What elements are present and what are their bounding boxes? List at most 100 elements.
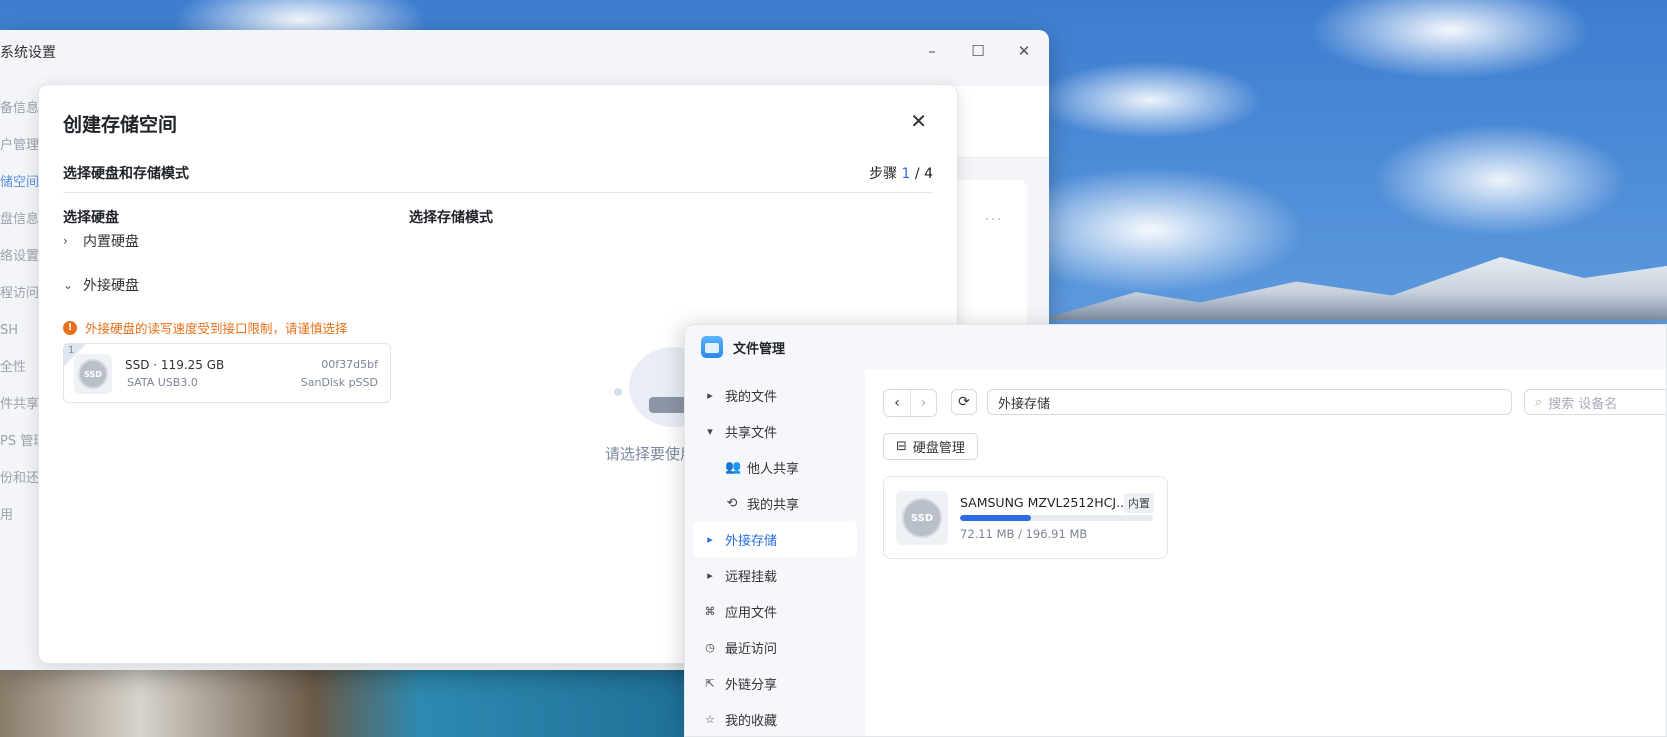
settings-nav-item[interactable]: PS 管理	[0, 423, 40, 460]
external-disk-card[interactable]: 1 SSD SSD · 119.25 GB SATA USB3.0 00f37d…	[63, 343, 391, 403]
sidebar-item[interactable]: ◷ 最近访问	[693, 629, 857, 665]
hard-drive-icon: ⊟	[896, 439, 907, 454]
sidebar-item-icon: ▾	[707, 424, 713, 438]
settings-nav-item[interactable]: 用	[0, 497, 40, 534]
sidebar-item[interactable]: ▸ 我的文件	[693, 377, 857, 413]
file-manager-title: 文件管理	[733, 341, 786, 357]
external-disk-label: 外接硬盘	[83, 278, 139, 294]
sidebar-item[interactable]: ⌘ 应用文件	[693, 593, 857, 629]
sidebar-item-label: 应用文件	[725, 605, 778, 621]
sidebar-item-icon: 👥	[725, 459, 742, 475]
internal-disk-label: 内置硬盘	[83, 234, 139, 250]
step-label: 步骤	[869, 166, 898, 182]
warning-text: 外接硬盘的读写速度受到接口限制，请谨慎选择	[85, 321, 348, 336]
wallpaper-lake	[0, 670, 700, 737]
external-disk-warning: ! 外接硬盘的读写速度受到接口限制，请谨慎选择	[63, 318, 348, 337]
sidebar-item[interactable]: ▸ 远程挂载	[693, 557, 857, 593]
sidebar-item-icon: ◷	[705, 640, 715, 654]
select-mode-heading: 选择存储模式	[409, 210, 493, 226]
step-indicator: 步骤 1 / 4	[869, 163, 933, 183]
sidebar-item-icon: ▸	[707, 532, 713, 546]
window-controls: – ☐ ✕	[921, 40, 1035, 62]
disk-serial: 00f37d5bf	[321, 358, 378, 371]
settings-titlebar[interactable]: 系统设置	[0, 30, 1049, 74]
device-tag: 内置	[1124, 493, 1154, 513]
sidebar-item[interactable]: ☆ 我的收藏	[693, 701, 857, 736]
sidebar-item-label: 外接存储	[725, 533, 778, 549]
search-placeholder: 搜索 设备名	[1548, 396, 1618, 412]
disk-model: SanDisk pSSD	[300, 376, 378, 389]
dialog-subtitle: 选择硬盘和存储模式	[63, 166, 189, 182]
internal-disk-group[interactable]: › 内置硬盘	[63, 231, 139, 251]
sidebar-item[interactable]: ⇱ 外链分享	[693, 665, 857, 701]
empty-state-dot	[614, 388, 622, 396]
disk-management-button[interactable]: ⊟ 硬盘管理	[883, 433, 978, 460]
disk-name: SSD · 119.25 GB	[125, 358, 225, 372]
sidebar-item[interactable]: ⟲ 我的共享	[693, 485, 857, 521]
forward-button[interactable]: ›	[910, 390, 936, 416]
sidebar-item-label: 共享文件	[725, 425, 778, 441]
disk-index: 1	[68, 345, 75, 356]
step-total: / 4	[914, 166, 933, 182]
empty-state-text: 请选择要使用	[605, 445, 696, 463]
refresh-button[interactable]: ⟳	[951, 389, 977, 415]
settings-nav-item[interactable]: 全性	[0, 349, 40, 386]
ssd-icon-label: SSD	[78, 359, 108, 389]
settings-nav-item[interactable]: 件共享	[0, 386, 40, 423]
settings-title: 系统设置	[0, 45, 56, 61]
settings-sidebar: 备信息 户管理 储空间 盘信息 络设置 程访问 SH 全性 件共享 PS 管理 份和还用	[0, 90, 40, 534]
storage-device-card[interactable]: SSD SAMSUNG MZVL2512HCJ... 内置 72.11 MB /…	[883, 476, 1168, 559]
sidebar-item[interactable]: 👥 他人共享	[693, 449, 857, 485]
sidebar-item-label: 他人共享	[747, 461, 800, 477]
select-disk-heading: 选择硬盘	[63, 210, 119, 226]
sidebar-item[interactable]: ▸ 外接存储	[693, 521, 857, 557]
chevron-down-icon: ⌄	[63, 278, 74, 292]
path-bar[interactable]: 外接存储	[987, 389, 1512, 415]
settings-nav-item[interactable]: SH	[0, 312, 40, 349]
minimize-button[interactable]: –	[921, 40, 943, 62]
sidebar-item-label: 远程挂载	[725, 569, 778, 585]
dialog-title: 创建存储空间	[63, 114, 178, 136]
settings-nav-item[interactable]: 户管理	[0, 127, 40, 164]
device-usage: 72.11 MB / 196.91 MB	[960, 527, 1088, 541]
sidebar-item-icon: ☆	[705, 712, 715, 726]
sidebar-item[interactable]: ▾ 共享文件	[693, 413, 857, 449]
close-icon[interactable]: ✕	[910, 109, 927, 133]
settings-nav-item[interactable]: 备信息	[0, 90, 40, 127]
divider	[63, 192, 933, 193]
external-disk-group[interactable]: ⌄ 外接硬盘	[63, 275, 139, 295]
sidebar-item-label: 外链分享	[725, 677, 778, 693]
sidebar-item-icon: ▸	[707, 388, 713, 402]
settings-nav-item[interactable]: 程访问	[0, 275, 40, 312]
history-nav: ‹ ›	[883, 389, 937, 417]
settings-nav-item[interactable]: 储空间	[0, 164, 40, 201]
chevron-right-icon: ›	[63, 234, 68, 248]
warning-icon: !	[63, 320, 77, 335]
device-name: SAMSUNG MZVL2512HCJ...	[960, 495, 1129, 510]
sidebar-item-label: 我的文件	[725, 389, 778, 405]
sidebar-item-icon: ⟲	[726, 495, 738, 511]
sidebar-item-icon: ⇱	[705, 676, 715, 690]
search-icon: ⌕	[1535, 394, 1543, 410]
disk-interface: SATA USB3.0	[127, 376, 198, 389]
settings-nav-item[interactable]: 盘信息	[0, 201, 40, 238]
sidebar-item-icon: ⌘	[704, 604, 716, 618]
more-icon[interactable]: ···	[985, 213, 1003, 228]
sidebar-item-label: 最近访问	[725, 641, 778, 657]
ssd-icon-label: SSD	[902, 498, 942, 538]
file-manager-sidebar: ▸ 我的文件 ▾ 共享文件 👥 他人共享 ⟲ 我的共享 ▸ 外接存储 ▸ 远程挂载 ⌘ 应用文件 ◷ 最近访问…	[685, 369, 865, 736]
sidebar-item-label: 我的收藏	[725, 713, 778, 729]
sidebar-item-label: 我的共享	[747, 497, 800, 513]
ssd-icon: SSD	[74, 354, 112, 394]
file-manager-titlebar[interactable]: 文件管理	[685, 325, 1666, 369]
search-input[interactable]: ⌕ 搜索 设备名	[1524, 389, 1666, 415]
usage-bar	[960, 515, 1153, 521]
settings-nav-item[interactable]: 络设置	[0, 238, 40, 275]
usage-bar-fill	[960, 515, 1032, 521]
maximize-button[interactable]: ☐	[967, 40, 989, 62]
settings-nav-item[interactable]: 份和还	[0, 460, 40, 497]
back-button[interactable]: ‹	[884, 390, 910, 416]
file-manager-window: 文件管理 ▸ 我的文件 ▾ 共享文件 👥 他人共享 ⟲ 我的共享 ▸ 外接存储 ▸ 远程挂载 ⌘ 应用文件…	[684, 324, 1667, 737]
step-current: 1	[901, 166, 911, 182]
close-button[interactable]: ✕	[1013, 40, 1035, 62]
